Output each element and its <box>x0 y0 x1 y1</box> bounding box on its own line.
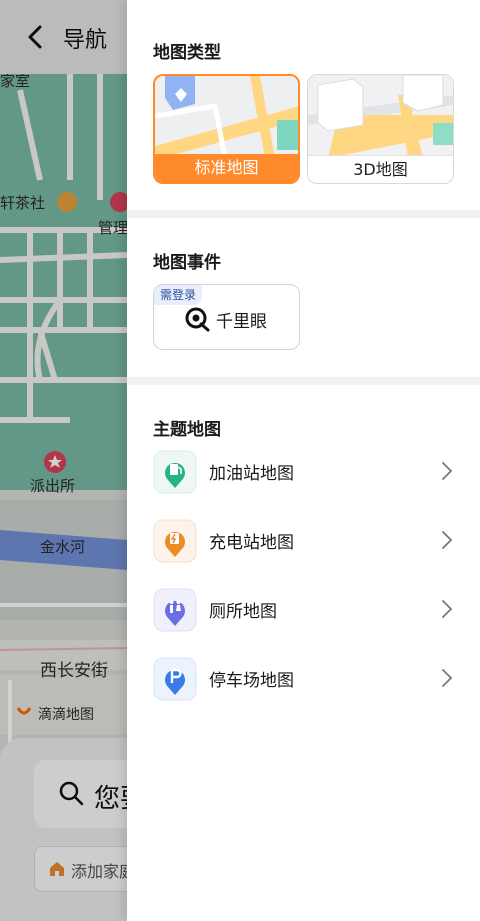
standard-map-option[interactable]: 标准地图 <box>153 74 300 184</box>
charging-station-map-label: 充电站地图 <box>209 533 294 553</box>
parking-map-item[interactable]: 停车场地图 <box>127 651 480 707</box>
home-icon <box>50 862 64 876</box>
chevron-right-icon <box>442 669 453 687</box>
chevron-right-icon <box>442 600 453 618</box>
map-type-title: 地图类型 <box>153 43 221 63</box>
qianliyan-button[interactable]: 需登录 千里眼 <box>153 284 300 350</box>
section-divider <box>127 210 480 218</box>
page-title: 导航 <box>63 28 108 53</box>
map-label: 派出所 <box>30 477 76 495</box>
gas-station-map-item[interactable]: 加油站地图 <box>127 444 480 500</box>
back-button[interactable] <box>18 20 52 54</box>
chevron-right-icon <box>442 462 453 480</box>
add-home-label[interactable]: 添加家庭 <box>71 858 135 882</box>
map-label: 滴滴地图 <box>38 707 94 723</box>
toilet-icon <box>153 588 197 632</box>
back-arrow-icon <box>28 25 42 49</box>
map-label: 金水河 <box>40 538 86 556</box>
standard-map-label: 标准地图 <box>155 154 298 182</box>
3d-map-preview <box>308 75 453 158</box>
theme-map-title: 主题地图 <box>153 420 221 440</box>
login-required-badge: 需登录 <box>154 285 203 305</box>
layer-panel: 地图类型 标准地图 3D地图 地图事件 需登录 千里眼 主题地图 加油站地图 充… <box>127 0 480 921</box>
toilet-map-item[interactable]: 厕所地图 <box>127 582 480 638</box>
search-icon <box>59 781 84 806</box>
parking-map-label: 停车场地图 <box>209 671 294 691</box>
map-label: 西长安街 <box>40 661 108 681</box>
toilet-map-label: 厕所地图 <box>209 602 277 622</box>
eye-icon <box>185 307 210 332</box>
parking-icon <box>153 657 197 701</box>
3d-map-option[interactable]: 3D地图 <box>307 74 454 184</box>
map-label: 管理 <box>98 219 129 237</box>
map-event-title: 地图事件 <box>153 253 221 273</box>
map-label: 轩茶社 <box>0 194 46 212</box>
section-divider <box>127 377 480 385</box>
standard-map-preview <box>155 76 298 158</box>
3d-map-label: 3D地图 <box>308 155 453 183</box>
chevron-right-icon <box>442 531 453 549</box>
gas-station-map-label: 加油站地图 <box>209 464 294 484</box>
charging-station-icon <box>153 519 197 563</box>
gas-station-icon <box>153 450 197 494</box>
charging-station-map-item[interactable]: 充电站地图 <box>127 513 480 569</box>
qianliyan-label: 千里眼 <box>216 312 267 332</box>
